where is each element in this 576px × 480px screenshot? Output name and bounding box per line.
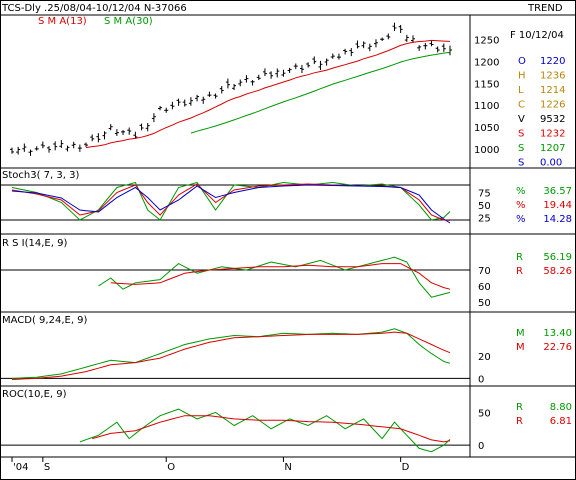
- info-value-5: 1232: [540, 129, 565, 140]
- stoch-tick-label: 75: [478, 189, 491, 200]
- x-tick-label: '04: [13, 462, 28, 473]
- roc-tick-label: 0: [478, 441, 484, 452]
- roc-title: ROC(10,E, 9): [2, 389, 67, 400]
- macd-title: MACD( 9,24,E, 9): [2, 315, 88, 326]
- stoch-legend-value-2: 14.28: [543, 214, 572, 225]
- price-tick-label: 1000: [474, 145, 499, 156]
- info-key-2: L: [518, 85, 524, 96]
- info-value-6: 1207: [540, 143, 565, 154]
- stoch-title: Stoch3( 7, 3, 3): [2, 170, 79, 181]
- stoch-tick-label: 50: [478, 201, 491, 212]
- info-value-3: 1226: [540, 100, 565, 111]
- x-tick-label: N: [284, 462, 291, 473]
- info-key-7: S: [518, 158, 524, 169]
- stoch-legend-value-1: 19.44: [543, 200, 572, 211]
- info-value-2: 1214: [540, 85, 565, 96]
- roc-legend-name-0: R: [516, 402, 523, 413]
- info-key-5: S: [518, 129, 524, 140]
- rsi-legend-name-0: R: [516, 252, 523, 263]
- info-value-1: 1236: [540, 71, 565, 82]
- info-key-6: S: [518, 143, 524, 154]
- sma13-legend: S M A(13): [38, 16, 87, 27]
- macd-tick-label: 0: [478, 374, 484, 385]
- trend-label: TREND: [527, 3, 563, 14]
- stoch-tick-label: 25: [478, 214, 491, 225]
- stoch-legend-name-1: %: [516, 200, 526, 211]
- price-tick-label: 1250: [474, 36, 499, 47]
- rsi-legend-value-1: 58.26: [543, 266, 572, 277]
- roc-tick-label: 50: [478, 408, 491, 419]
- roc-legend-value-1: 6.81: [550, 416, 572, 427]
- price-tick-label: 1100: [474, 101, 499, 112]
- macd-legend-name-1: M: [516, 342, 525, 353]
- chart-title: TCS-Dly .25/08/04-10/12/04 N-37066: [1, 3, 187, 14]
- info-value-0: 1220: [540, 56, 565, 67]
- info-key-3: C: [518, 100, 525, 111]
- rsi-legend-value-0: 56.19: [543, 252, 572, 263]
- info-key-4: V: [518, 114, 525, 125]
- roc-legend-value-0: 8.80: [550, 402, 572, 413]
- rsi-title: R S I(14,E, 9): [2, 238, 67, 249]
- info-value-7: 0.00: [540, 158, 562, 169]
- roc-legend-name-1: R: [516, 416, 523, 427]
- technical-chart: TCS-Dly .25/08/04-10/12/04 N-37066 TREND…: [0, 0, 576, 480]
- info-key-1: H: [518, 71, 526, 82]
- macd-legend-name-0: M: [516, 328, 525, 339]
- macd-legend-value-0: 13.40: [543, 328, 572, 339]
- sma30-legend: S M A(30): [104, 16, 153, 27]
- stoch-legend-value-0: 36.57: [543, 186, 572, 197]
- x-tick-label: O: [167, 462, 175, 473]
- info-value-4: 9532: [540, 114, 565, 125]
- x-tick-label: S: [44, 462, 50, 473]
- stoch-legend-name-2: %: [516, 214, 526, 225]
- stoch-legend-name-0: %: [516, 186, 526, 197]
- x-tick-label: D: [402, 462, 410, 473]
- rsi-legend-name-1: R: [516, 266, 523, 277]
- info-date: F 10/12/04: [510, 30, 564, 41]
- rsi-tick-label: 50: [478, 298, 491, 309]
- rsi-tick-label: 70: [478, 266, 491, 277]
- info-key-0: O: [518, 56, 526, 67]
- price-tick-label: 1200: [474, 57, 499, 68]
- rsi-tick-label: 60: [478, 282, 491, 293]
- price-tick-label: 1050: [474, 123, 499, 134]
- macd-legend-value-1: 22.76: [543, 342, 572, 353]
- macd-tick-label: 20: [478, 352, 491, 363]
- price-tick-label: 1150: [474, 79, 499, 90]
